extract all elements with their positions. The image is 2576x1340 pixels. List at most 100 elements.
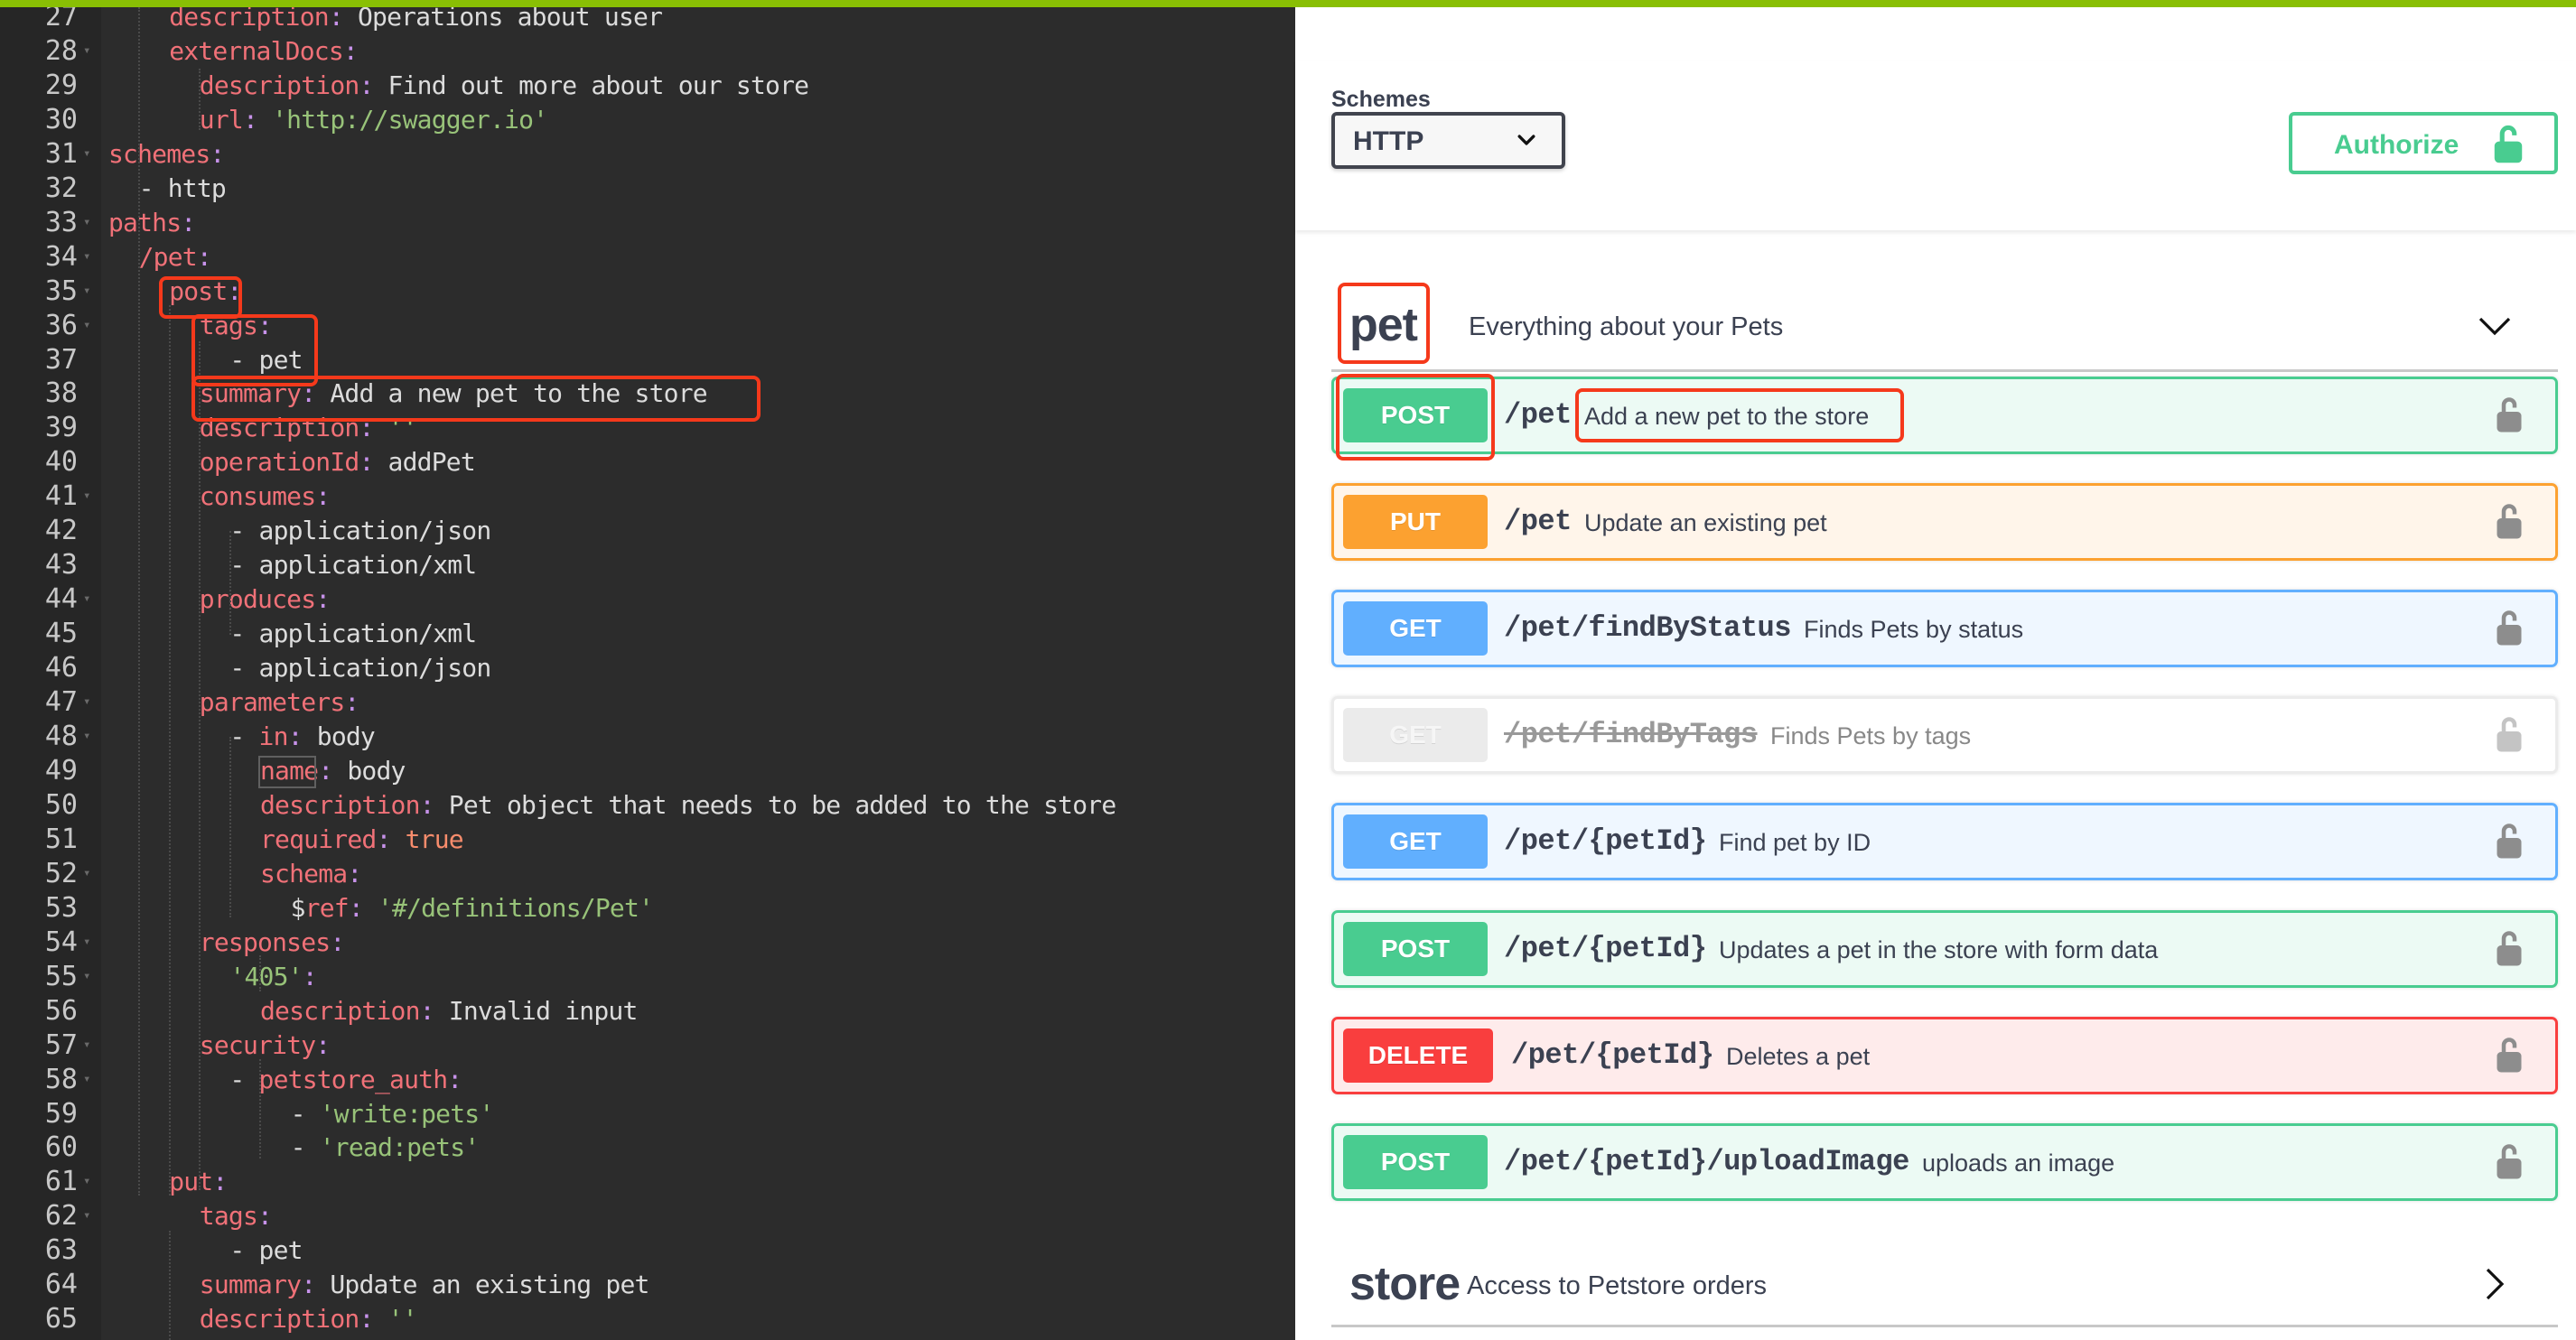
code-text: responses:: [200, 926, 345, 960]
code-line[interactable]: 32 - http: [0, 172, 1295, 206]
code-line[interactable]: 54 ▾ responses:: [0, 926, 1295, 960]
fold-arrow-icon[interactable]: ▾: [83, 720, 90, 754]
operation-path: /pet: [1504, 505, 1572, 538]
unlocked-icon[interactable]: [2496, 502, 2523, 540]
code-line[interactable]: 60 - 'read:pets': [0, 1131, 1295, 1165]
code-line[interactable]: 65 description: '': [0, 1302, 1295, 1336]
code-line[interactable]: 40 operationId: addPet: [0, 445, 1295, 479]
code-line[interactable]: 63 - pet: [0, 1233, 1295, 1268]
code-line[interactable]: 52 ▾ schema:: [0, 857, 1295, 891]
code-line[interactable]: 35 ▾ post:: [0, 275, 1295, 309]
operation-path: /pet: [1504, 398, 1572, 432]
method-badge-post: POST: [1343, 1135, 1488, 1189]
operation-row[interactable]: GET/pet/findByTags Finds Pets by tags: [1331, 696, 2558, 774]
code-line[interactable]: 49 name: body: [0, 754, 1295, 788]
operation-row[interactable]: PUT/pet Update an existing pet: [1331, 483, 2558, 561]
code-line[interactable]: 51 required: true: [0, 823, 1295, 857]
code-line[interactable]: 48 ▾ - in: body: [0, 720, 1295, 754]
code-line[interactable]: 31 ▾ schemes:: [0, 137, 1295, 172]
tag-section-store[interactable]: store Access to Petstore orders: [1331, 1239, 2558, 1327]
code-line[interactable]: 44 ▾ produces:: [0, 582, 1295, 617]
unlocked-icon[interactable]: [2496, 1142, 2523, 1180]
code-line[interactable]: 37 - pet: [0, 343, 1295, 377]
fold-arrow-icon[interactable]: ▾: [83, 137, 90, 172]
yaml-value: -: [229, 721, 259, 752]
operation-row[interactable]: POST/pet/{petId}/uploadImage uploads an i…: [1331, 1123, 2558, 1201]
indent-guide: [199, 341, 201, 1190]
code-line[interactable]: 46 - application/json: [0, 651, 1295, 685]
chevron-right-icon[interactable]: [2477, 1266, 2513, 1302]
code-line[interactable]: 55 ▾ '405':: [0, 960, 1295, 994]
code-line[interactable]: 27 description: Operations about user: [0, 7, 1295, 34]
operation-row[interactable]: POST/pet Add a new pet to the store: [1331, 377, 2558, 454]
code-text: description: Find out more about our sto…: [200, 69, 809, 103]
code-line[interactable]: 50 description: Pet object that needs to …: [0, 788, 1295, 823]
operation-row[interactable]: DELETE/pet/{petId} Deletes a pet: [1331, 1017, 2558, 1094]
code-line[interactable]: 59 - 'write:pets': [0, 1097, 1295, 1131]
code-text: name: body: [260, 754, 406, 788]
line-number: 55: [44, 960, 78, 992]
authorize-button[interactable]: Authorize: [2289, 112, 2558, 174]
fold-arrow-icon[interactable]: ▾: [83, 1028, 90, 1063]
yaml-editor[interactable]: 27 description: Operations about user 28 ▾ e…: [0, 7, 1295, 1340]
yaml-key: externalDocs: [169, 35, 344, 66]
unlocked-icon[interactable]: [2496, 395, 2523, 433]
code-line[interactable]: 28 ▾ externalDocs:: [0, 34, 1295, 69]
code-line[interactable]: 47 ▾ parameters:: [0, 685, 1295, 720]
code-line[interactable]: 42 - application/json: [0, 514, 1295, 548]
unlocked-icon[interactable]: [2496, 929, 2523, 967]
fold-arrow-icon[interactable]: ▾: [83, 240, 90, 275]
yaml-value: - application/json: [229, 653, 491, 684]
fold-arrow-icon[interactable]: ▾: [83, 206, 90, 240]
fold-arrow-icon[interactable]: ▾: [83, 309, 90, 343]
yaml-key: operationId: [199, 447, 359, 478]
code-line[interactable]: 58 ▾ - petstore_auth:: [0, 1063, 1295, 1097]
tag-section-pet[interactable]: pet Everything about your Pets: [1331, 285, 2558, 372]
code-line[interactable]: 53 $ref: '#/definitions/Pet': [0, 891, 1295, 926]
code-line[interactable]: 34 ▾ /pet:: [0, 240, 1295, 275]
code-line[interactable]: 45 - application/xml: [0, 617, 1295, 651]
unlocked-icon[interactable]: [2496, 609, 2523, 647]
code-lines: 27 description: Operations about user 28 ▾ e…: [0, 7, 1295, 1336]
operation-row[interactable]: GET/pet/{petId} Find pet by ID: [1331, 803, 2558, 880]
fold-arrow-icon[interactable]: ▾: [83, 857, 90, 891]
operation-row[interactable]: POST/pet/{petId} Updates a pet in the sto…: [1331, 910, 2558, 988]
yaml-colon: :: [227, 275, 242, 306]
code-line[interactable]: 38 summary: Add a new pet to the store: [0, 377, 1295, 411]
fold-arrow-icon[interactable]: ▾: [83, 582, 90, 617]
code-line[interactable]: 56 description: Invalid input: [0, 994, 1295, 1028]
yaml-value: - application/xml: [229, 619, 477, 649]
unlocked-icon[interactable]: [2496, 715, 2523, 753]
line-number: 58: [44, 1063, 78, 1095]
code-line[interactable]: 30 url: 'http://swagger.io': [0, 103, 1295, 137]
fold-arrow-icon[interactable]: ▾: [83, 685, 90, 720]
schemes-select[interactable]: HTTP: [1331, 112, 1565, 169]
fold-arrow-icon[interactable]: ▾: [83, 1063, 90, 1097]
code-line[interactable]: 36 ▾ tags:: [0, 309, 1295, 343]
code-line[interactable]: 39 description: '': [0, 411, 1295, 445]
fold-arrow-icon[interactable]: ▾: [83, 479, 90, 514]
schemes-label: Schemes: [1331, 87, 1431, 112]
unlocked-icon[interactable]: [2496, 1036, 2523, 1074]
chevron-down-icon[interactable]: [2477, 308, 2513, 344]
fold-arrow-icon[interactable]: ▾: [83, 960, 90, 994]
code-line[interactable]: 41 ▾ consumes:: [0, 479, 1295, 514]
fold-arrow-icon[interactable]: ▾: [83, 275, 90, 309]
unlocked-icon[interactable]: [2496, 822, 2523, 860]
code-line[interactable]: 33 ▾ paths:: [0, 206, 1295, 240]
fold-arrow-icon[interactable]: ▾: [83, 926, 90, 960]
code-text: $ref: '#/definitions/Pet': [291, 891, 654, 926]
code-line[interactable]: 57 ▾ security:: [0, 1028, 1295, 1063]
code-line[interactable]: 43 - application/xml: [0, 548, 1295, 582]
code-line[interactable]: 61 ▾ put:: [0, 1165, 1295, 1199]
code-line[interactable]: 62 ▾ tags:: [0, 1199, 1295, 1233]
operation-row[interactable]: GET/pet/findByStatus Finds Pets by status: [1331, 590, 2558, 667]
fold-arrow-icon[interactable]: ▾: [83, 1199, 90, 1233]
code-line[interactable]: 64 summary: Update an existing pet: [0, 1268, 1295, 1302]
tag-name-pet: pet: [1349, 299, 1418, 351]
yaml-value: -: [290, 1132, 320, 1163]
fold-arrow-icon[interactable]: ▾: [83, 34, 90, 69]
fold-arrow-icon[interactable]: ▾: [83, 1165, 90, 1199]
yaml-colon: :: [315, 1029, 331, 1060]
code-line[interactable]: 29 description: Find out more about our s…: [0, 69, 1295, 103]
